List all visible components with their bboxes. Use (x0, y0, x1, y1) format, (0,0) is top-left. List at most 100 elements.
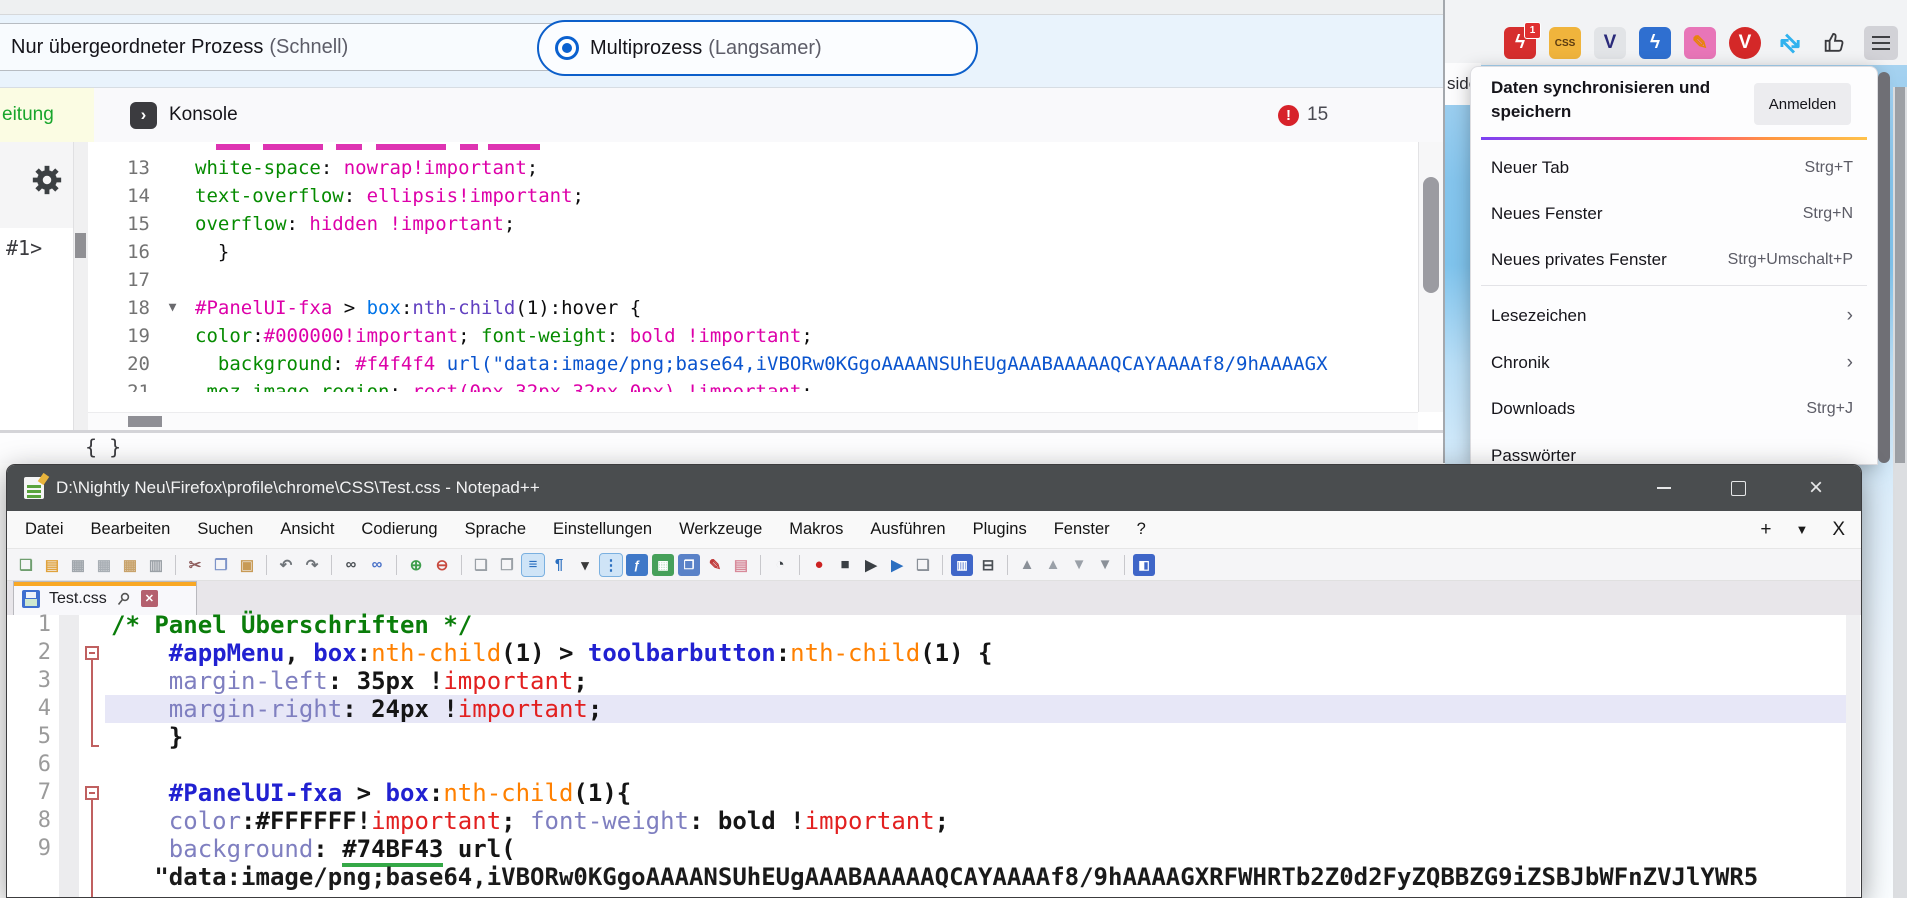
stylesheet-list-item[interactable]: #1> (0, 228, 73, 286)
thumbs-up-extension-icon[interactable] (1819, 27, 1851, 59)
vivaldi-style-extension-icon[interactable]: V (1729, 27, 1761, 59)
doc-map-icon[interactable]: ❐ (678, 554, 700, 576)
code-line[interactable]: 7 #PanelUI-fxa > box:nth-child(1){ (7, 779, 1861, 807)
word-wrap-icon[interactable]: ≡ (522, 554, 544, 576)
doc-monitor-icon[interactable]: ◔ (769, 554, 791, 576)
blocker-extension-icon[interactable]: ϟ1 (1504, 27, 1536, 59)
paste-icon[interactable]: ▣ (236, 554, 258, 576)
parent-process-pill[interactable]: Nur übergeordneter Prozess (Schnell) (0, 23, 584, 71)
code-line[interactable]: 19color:#000000!important; font-weight: … (88, 322, 1418, 350)
code-line[interactable]: 20 background: #f4f4f4 url("data:image/p… (88, 350, 1418, 378)
code-line[interactable]: 6 (7, 751, 1861, 779)
menu-item-downloads[interactable]: DownloadsStrg+J (1471, 386, 1877, 432)
menu-item-neues-privates-fenster[interactable]: Neues privates FensterStrg+Umschalt+P (1471, 237, 1877, 283)
npp-menu-makros[interactable]: Makros (789, 520, 843, 539)
npp-menu-suchen[interactable]: Suchen (197, 520, 253, 539)
code-line[interactable]: 3 margin-left: 35px !important; (7, 667, 1861, 695)
fold-collapse-icon[interactable] (85, 786, 99, 800)
result-window-icon[interactable]: ▥ (951, 554, 973, 576)
zoom-in-icon[interactable]: ⊕ (405, 554, 427, 576)
show-symbols-icon[interactable]: ¶ (548, 554, 570, 576)
npp-menu-fenster[interactable]: Fenster (1054, 520, 1110, 539)
code-line[interactable]: 13white-space: nowrap!important; (88, 154, 1418, 182)
popup-scrollbar-thumb[interactable] (1878, 72, 1890, 463)
npp-menu-bearbeiten[interactable]: Bearbeiten (91, 520, 171, 539)
npp-menu-sprache[interactable]: Sprache (465, 520, 526, 539)
open-file-icon[interactable]: ▤ (41, 554, 63, 576)
folder-workspace-icon[interactable]: ▤ (730, 554, 752, 576)
npp-dropdown-button[interactable]: ▼ (1795, 522, 1808, 537)
macro-save-icon[interactable]: ❏ (912, 554, 934, 576)
fold-current-icon[interactable]: ▼ (1068, 554, 1090, 576)
source-horizontal-scrollbar-thumb[interactable] (128, 416, 162, 427)
browser-scrollbar-thumb[interactable] (1895, 87, 1905, 463)
save-all-icon[interactable]: ▦ (119, 554, 141, 576)
grid-minus-icon[interactable]: ⊟ (977, 554, 999, 576)
save-icon[interactable]: ▦ (67, 554, 89, 576)
file-monitor-icon[interactable]: ▦ (652, 554, 674, 576)
source-vertical-scrollbar-thumb[interactable] (1423, 177, 1439, 293)
notepadpp-editor[interactable]: 1/* Panel Überschriften */2 #appMenu, bo… (7, 615, 1861, 898)
save-as-icon[interactable]: ▦ (93, 554, 115, 576)
redo-icon[interactable]: ↷ (301, 554, 323, 576)
find-icon[interactable]: ∞ (340, 554, 362, 576)
restore-zoom-icon[interactable]: ❑ (470, 554, 492, 576)
code-line[interactable]: 1/* Panel Überschriften */ (7, 611, 1861, 639)
code-line[interactable]: 21-moz-image-region: rect(0px 32px 32px … (88, 378, 1418, 392)
menu-item-chronik[interactable]: Chronik› (1471, 340, 1877, 386)
minimize-button[interactable] (1633, 465, 1695, 511)
monitor-clock-icon[interactable]: ◧ (1133, 554, 1155, 576)
tab-konsole[interactable]: › Konsole (112, 88, 256, 142)
maximize-button[interactable] (1707, 465, 1769, 511)
code-line[interactable]: 18▼#PanelUI-fxa > box:nth-child(1):hover… (88, 294, 1418, 322)
editor-scrollbar[interactable] (1846, 615, 1860, 898)
menu-item-passwörter[interactable]: Passwörter (1471, 433, 1877, 465)
npp-menu-codierung[interactable]: Codierung (361, 520, 437, 539)
code-line[interactable]: 16 } (88, 238, 1418, 266)
npp-menu-plugins[interactable]: Plugins (973, 520, 1027, 539)
code-line[interactable]: 2 #appMenu, box:nth-child(1) > toolbarbu… (7, 639, 1861, 667)
macro-stop-icon[interactable]: ■ (834, 554, 856, 576)
pin-icon[interactable] (116, 591, 132, 607)
multiprocess-pill[interactable]: Multiprozess (Langsamer) (537, 20, 978, 76)
sync-arrows-extension-icon[interactable]: ⇄ (1774, 27, 1806, 59)
npp-menu-einstellungen[interactable]: Einstellungen (553, 520, 652, 539)
tab-close-icon[interactable]: ✕ (141, 590, 158, 607)
code-line[interactable]: 9 background: #74BF43 url( (7, 835, 1861, 863)
tab-style-editor[interactable]: eitung (0, 88, 94, 142)
zoom-out-icon[interactable]: ⊖ (431, 554, 453, 576)
replace-icon[interactable]: ∞ (366, 554, 388, 576)
menu-item-neuer-tab[interactable]: Neuer TabStrg+T (1471, 145, 1877, 191)
code-line[interactable]: 17 (88, 266, 1418, 294)
fold-arrow-icon[interactable]: ▼ (150, 294, 195, 322)
cut-icon[interactable]: ✂ (184, 554, 206, 576)
stylesheet-list-item[interactable] (0, 285, 73, 373)
npp-menu-datei[interactable]: Datei (25, 520, 64, 539)
hamburger-menu-button[interactable] (1864, 26, 1898, 60)
code-line[interactable]: 14text-overflow: ellipsis!important; (88, 182, 1418, 210)
sign-in-button[interactable]: Anmelden (1754, 83, 1851, 125)
symbols-dropdown-icon[interactable]: ▾ (574, 554, 596, 576)
macro-run-multi-icon[interactable]: ▶ (886, 554, 908, 576)
edit-quill-icon[interactable]: ✎ (704, 554, 726, 576)
npp-menu-?[interactable]: ? (1137, 520, 1146, 539)
npp-plus-button[interactable]: + (1760, 519, 1771, 541)
code-line[interactable]: "data:image/png;base64,iVBORw0KGgoAAAANS… (7, 863, 1861, 891)
print-icon[interactable]: ▥ (145, 554, 167, 576)
code-line[interactable]: 8 color:#FFFFFF!important; font-weight: … (7, 807, 1861, 835)
collapse-all-icon[interactable]: ▲ (1016, 554, 1038, 576)
code-line[interactable]: 5 } (7, 723, 1861, 751)
menu-item-lesezeichen[interactable]: Lesezeichen› (1471, 293, 1877, 339)
indent-guide-icon[interactable]: ⋮ (600, 554, 622, 576)
copy-icon[interactable]: ❐ (210, 554, 232, 576)
npp-menu-ausfhren[interactable]: Ausführen (870, 520, 945, 539)
gear-icon[interactable] (30, 163, 64, 197)
styleeditor-source[interactable]: 13white-space: nowrap!important;14text-o… (88, 142, 1418, 430)
npp-menu-ansicht[interactable]: Ansicht (280, 520, 334, 539)
lightning-extension-icon[interactable]: ϟ (1639, 27, 1671, 59)
undo-icon[interactable]: ↶ (275, 554, 297, 576)
sidebar-scrollbar-thumb[interactable] (75, 233, 86, 258)
v-letter-extension-icon[interactable]: V (1594, 27, 1626, 59)
menu-item-neues-fenster[interactable]: Neues FensterStrg+N (1471, 191, 1877, 237)
notepadpp-titlebar[interactable]: D:\Nightly Neu\Firefox\profile\chrome\CS… (7, 465, 1861, 511)
